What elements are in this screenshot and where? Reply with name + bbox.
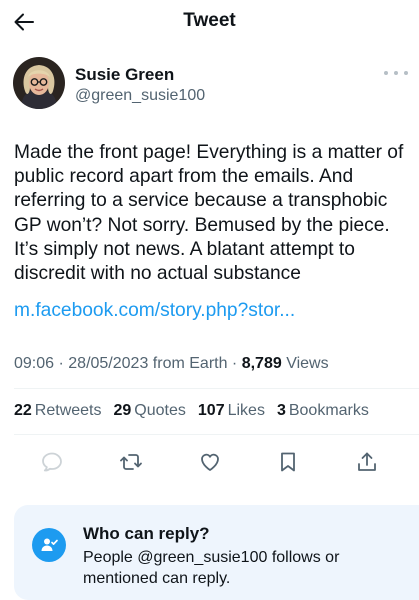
more-dots-icon [384,71,388,75]
page-title: Tweet [183,10,236,31]
tweet-link[interactable]: m.facebook.com/story.php?stor... [14,300,295,322]
reply-settings-description: People @green_susie100 follows or mentio… [83,549,340,587]
share-button[interactable] [353,448,381,476]
stat-retweets[interactable]: 22 Retweets [14,402,102,420]
tweet-text: Made the front page! Everything is a mat… [14,142,404,285]
like-icon [200,453,219,471]
bookmark-button[interactable] [274,448,302,476]
views-count: 8,789 [241,355,282,372]
action-bar [14,444,405,480]
author-handle[interactable]: @green_susie100 [75,87,205,105]
who-can-reply-card: Who can reply? People @green_susie100 fo… [14,505,419,600]
tweet-source: from Earth [152,355,228,372]
top-bar: Tweet [0,0,419,44]
stat-bookmarks[interactable]: 3 Bookmarks [277,402,369,420]
reply-settings-title: Who can reply? [83,524,210,543]
divider [14,434,419,435]
stat-likes[interactable]: 107 Likes [198,402,265,420]
avatar[interactable] [13,57,65,109]
divider [14,388,419,389]
views-label: Views [286,355,329,372]
author-name[interactable]: Susie Green [75,65,174,85]
reply-icon [42,452,62,472]
bookmark-icon [281,452,296,472]
more-options-button[interactable] [384,65,408,81]
engagement-stats: 22 Retweets 29 Quotes 107 Likes 3 Bookmarks [14,402,369,420]
tweet-author: Susie Green @green_susie100 [13,57,408,113]
tweet-time[interactable]: 09:06 [14,355,54,372]
stat-quotes[interactable]: 29 Quotes [114,402,186,420]
retweet-icon [119,454,142,470]
retweet-button[interactable] [117,448,145,476]
share-icon [358,452,376,471]
reply-button[interactable] [38,448,66,476]
tweet-meta: 09:06 · 28/05/2023 from Earth · 8,789 Vi… [14,355,329,372]
tweet-date[interactable]: 28/05/2023 [68,355,148,372]
reply-settings-icon [32,528,66,562]
like-button[interactable] [196,448,224,476]
